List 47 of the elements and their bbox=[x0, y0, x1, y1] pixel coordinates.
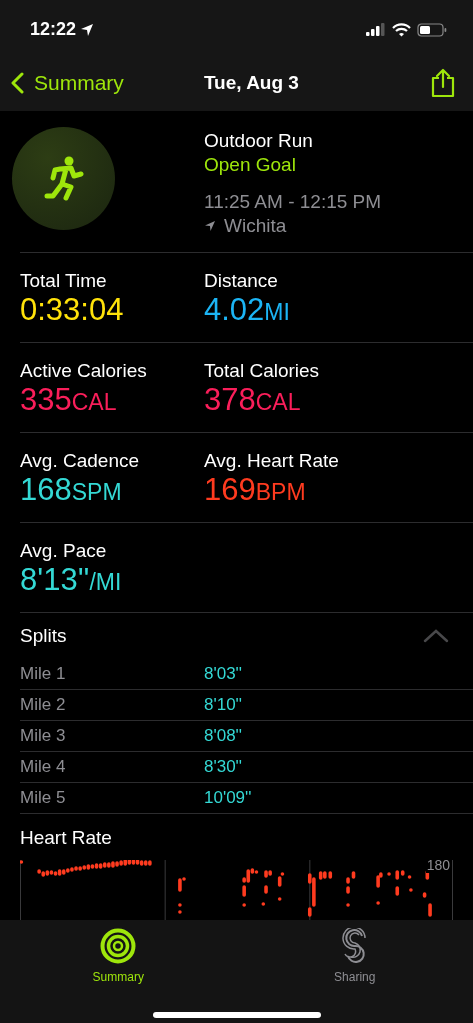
split-label: Mile 5 bbox=[20, 788, 67, 808]
metric-label: Total Time bbox=[20, 269, 108, 292]
workout-location: Wichita bbox=[224, 214, 287, 238]
location-arrow-icon bbox=[204, 220, 216, 232]
page-title: Tue, Aug 3 bbox=[203, 72, 299, 94]
chevron-up-icon bbox=[423, 629, 449, 643]
signal-icon bbox=[366, 23, 386, 36]
metric-value: 168SPM bbox=[20, 472, 123, 509]
runner-icon bbox=[44, 156, 83, 200]
back-button[interactable]: Summary bbox=[10, 71, 124, 95]
collapse-toggle[interactable] bbox=[423, 629, 449, 643]
split-label: Mile 3 bbox=[20, 726, 67, 746]
split-pace: 8'10'' bbox=[204, 695, 243, 715]
battery-icon bbox=[417, 22, 447, 37]
metric-label: Total Calories bbox=[204, 359, 321, 382]
metric-label: Avg. Cadence bbox=[20, 449, 140, 472]
axis-label: 180 bbox=[425, 860, 451, 873]
workout-time: 11:25 AM - 12:15 PM bbox=[204, 190, 382, 214]
split-label: Mile 2 bbox=[20, 695, 67, 715]
status-time: 12:22 bbox=[30, 19, 77, 40]
section-title: Splits bbox=[20, 625, 67, 647]
split-pace: 10'09'' bbox=[204, 788, 252, 808]
share-button[interactable] bbox=[431, 68, 455, 98]
metric-label: Active Calories bbox=[20, 359, 148, 382]
section-title: Heart Rate bbox=[20, 826, 113, 850]
split-pace: 8'08'' bbox=[204, 726, 243, 746]
metric-value: 0:33:04 bbox=[20, 292, 125, 328]
back-chevron-icon bbox=[10, 72, 24, 94]
metric-label: Avg. Heart Rate bbox=[204, 449, 340, 472]
workout-goal: Open Goal bbox=[204, 153, 297, 177]
metric-label: Avg. Pace bbox=[20, 539, 108, 562]
metric-value: 335CAL bbox=[20, 382, 118, 419]
tab[interactable]: Summary bbox=[58, 928, 179, 984]
rings-icon bbox=[100, 928, 137, 964]
metric-value: 169BPM bbox=[204, 472, 307, 509]
split-pace: 8'03'' bbox=[204, 664, 243, 684]
metric-value: 378CAL bbox=[204, 382, 302, 419]
split-label: Mile 1 bbox=[20, 664, 67, 684]
metric-label: Distance bbox=[204, 269, 279, 292]
tab[interactable]: Sharing bbox=[294, 928, 415, 984]
location-arrow-icon bbox=[80, 22, 95, 37]
split-label: Mile 4 bbox=[20, 757, 67, 777]
metric-value: 4.02MI bbox=[204, 292, 291, 329]
split-pace: 8'30'' bbox=[204, 757, 243, 777]
metric-value: 8'13''/MI bbox=[20, 562, 123, 599]
workout-type: Outdoor Run bbox=[204, 129, 314, 153]
wifi-icon bbox=[392, 22, 411, 37]
